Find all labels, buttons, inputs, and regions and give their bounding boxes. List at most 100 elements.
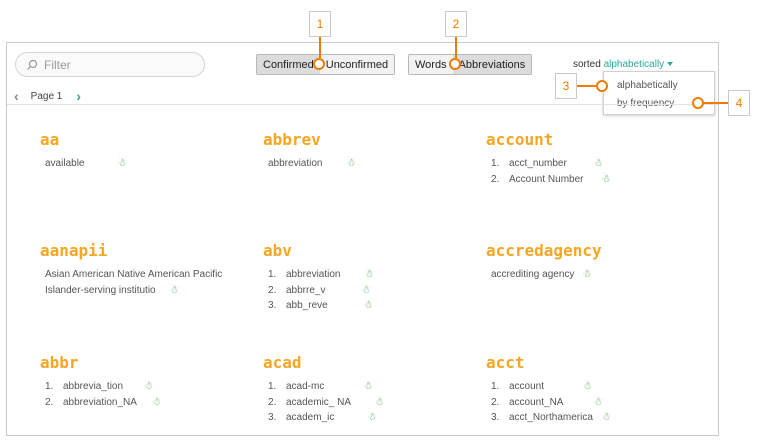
robot-icon[interactable]: ☃ [364,300,373,311]
entry-definition: 2. academic_ NA ☃ [268,396,384,410]
definition-text: academ_ic [286,412,335,423]
definition-number: 2. [491,173,500,185]
confirmed-button[interactable]: Confirmed [257,55,320,74]
robot-icon[interactable]: ☃ [364,269,373,280]
entry-definition: accrediting agency ☃ [491,268,591,282]
callout-4-line [704,102,728,104]
robot-icon[interactable]: ☃ [117,158,126,169]
entry-definition: 1. acct_number ☃ [491,157,603,171]
definition-number: 1. [268,381,277,392]
entry-definition: 3. academ_ic ☃ [268,411,376,425]
callout-3-marker [596,80,608,92]
entry-definition: Islander-serving institutio ☃ [45,284,179,298]
definition-number: 1. [491,381,500,392]
sort-dropdown[interactable]: alphabetically [604,59,674,70]
robot-icon[interactable]: ☃ [170,285,179,296]
entry-definition: 3. acct_Northamerica ☃ [491,411,611,425]
definition-number: 2. [268,396,277,408]
definition-number: 2. [491,396,500,408]
robot-icon[interactable]: ☃ [594,158,603,169]
entry-definition: 3. abb_reve ☃ [268,299,373,313]
entry-word[interactable]: acad [263,353,302,372]
entry-definition: 1. account ☃ [491,380,592,394]
callout-1-line [319,37,321,58]
chevron-left-icon[interactable]: ‹ [14,88,19,104]
callout-4: 4 [728,90,750,116]
robot-icon[interactable]: ☃ [361,285,370,296]
definition-text: available [45,158,85,169]
definition-number: 3. [491,412,500,423]
chevron-right-icon[interactable]: › [76,88,81,104]
caret-down-icon [667,62,674,67]
words-button[interactable]: Words [409,55,453,74]
entry-word[interactable]: aanapii [40,241,107,260]
definition-text: abbreviation [286,269,341,280]
definition-text: Islander-serving institutio [45,284,156,296]
entry-definition: 1. acad-mc ☃ [268,380,372,394]
definition-number: 2. [45,396,54,408]
entry-word[interactable]: account [486,130,553,149]
definition-number: 1. [268,269,277,280]
definition-text: abbrevia_tion [63,381,124,392]
robot-icon[interactable]: ☃ [363,381,372,392]
definition-text: Asian American Native American Pacific [45,269,223,280]
entry-word[interactable]: aa [40,130,59,149]
sort-option-alphabetically[interactable]: alphabetically [617,80,678,91]
search-icon [27,59,38,70]
definition-text: Account Number [509,173,584,185]
robot-icon[interactable]: ☃ [144,381,153,392]
definition-text: acct_Northamerica [509,412,593,423]
robot-icon[interactable]: ☃ [593,397,602,408]
definition-text: abb_reve [286,300,328,311]
page-label: Page 1 [30,90,63,102]
entry-word[interactable]: abbr [40,353,79,372]
definition-number: 2. [268,284,277,296]
robot-icon[interactable]: ☃ [367,412,376,423]
robot-icon[interactable]: ☃ [152,397,161,408]
entry-word[interactable]: abv [263,241,292,260]
entry-definition: 2. abbreviation_NA ☃ [45,396,161,410]
definition-number: 1. [45,381,54,392]
entry-word[interactable]: acct [486,353,525,372]
unconfirmed-button[interactable]: Unconfirmed [319,55,395,74]
definition-text: acad-mc [286,381,325,392]
callout-1-marker [313,58,325,70]
definition-number: 3. [268,300,277,311]
confirmation-toggle: Confirmed Unconfirmed [256,54,396,75]
sort-control: sorted alphabetically [573,59,674,70]
abbreviations-button[interactable]: Abbreviations [452,55,532,74]
definition-text: account_NA [509,396,564,408]
definition-text: abbrre_v [286,284,326,296]
definition-number: 1. [491,158,500,169]
definition-number: 3. [268,412,277,423]
divider [7,104,718,105]
robot-icon[interactable]: ☃ [346,158,355,169]
filter-box[interactable] [15,52,205,77]
entry-definition: 2. Account Number ☃ [491,173,610,187]
definition-text: abbreviation_NA [63,396,137,408]
entry-word[interactable]: accredagency [486,241,602,260]
entry-word[interactable]: abbrev [263,130,321,149]
robot-icon[interactable]: ☃ [602,412,611,423]
pager: ‹ Page 1 › [14,88,81,104]
sort-label: sorted [573,59,601,70]
callout-2: 2 [445,11,467,37]
type-toggle: Words Abbreviations [408,54,533,75]
robot-icon[interactable]: ☃ [582,269,591,280]
entry-definition: 1. abbreviation ☃ [268,268,373,282]
definition-text: account [509,381,545,392]
entry-definition: available ☃ [45,157,126,171]
entry-definition: abbreviation ☃ [268,157,355,171]
robot-icon[interactable]: ☃ [601,174,610,185]
entry-definition: Asian American Native American Pacific [45,268,222,282]
callout-4-marker [692,97,704,109]
sort-value: alphabetically [603,59,665,70]
entry-definition: 2. account_NA ☃ [491,396,602,410]
robot-icon[interactable]: ☃ [375,397,384,408]
robot-icon[interactable]: ☃ [583,381,592,392]
filter-input[interactable] [44,57,194,72]
definition-text: academic_ NA [286,396,352,408]
definition-text: abbreviation [268,158,323,169]
callout-3-line [577,85,597,87]
definition-text: acct_number [509,158,567,169]
